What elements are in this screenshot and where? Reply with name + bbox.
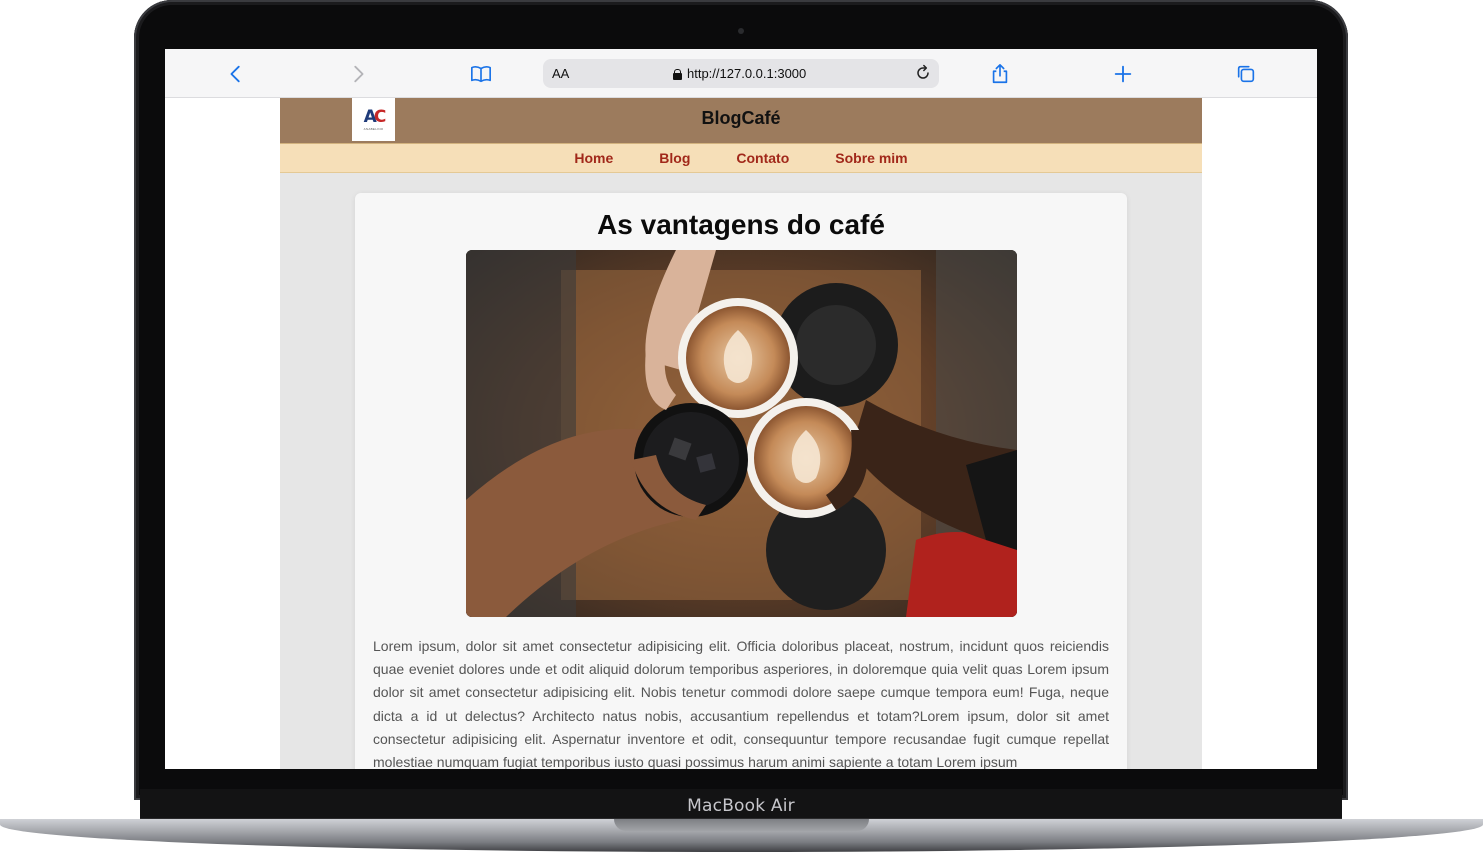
share-icon[interactable] [988,62,1012,86]
address-bar[interactable]: AA http://127.0.0.1:3000 [543,59,939,88]
site-header: AC ANABELINO BlogCafé [280,98,1202,143]
nav-link-contato[interactable]: Contato [713,144,812,172]
camera [738,28,744,34]
reload-icon[interactable] [913,63,933,83]
device-label: MacBook Air [687,796,795,816]
forward-icon[interactable] [346,62,370,86]
coffee-photo-illustration [466,250,1017,617]
post-card: As vantagens do café Lorem ipsum, dolor … [355,193,1127,769]
post-body: Lorem ipsum, dolor sit amet consectetur … [373,638,1109,769]
site-title: BlogCafé [701,108,781,128]
web-page: AC ANABELINO BlogCafé Home Blog Contato … [280,98,1202,769]
bookmarks-icon[interactable] [469,62,493,86]
post-image [466,250,1017,617]
nav-link-blog[interactable]: Blog [636,144,713,172]
nav-link-home[interactable]: Home [551,144,636,172]
post-title: As vantagens do café [597,209,885,240]
browser-toolbar: AA http://127.0.0.1:3000 [165,49,1317,98]
url-text: http://127.0.0.1:3000 [687,66,807,81]
url-display[interactable]: http://127.0.0.1:3000 [673,66,806,81]
lock-icon [673,68,682,80]
nav-link-sobre-mim[interactable]: Sobre mim [812,144,930,172]
browser-window: AA http://127.0.0.1:3000 AC ANABELINO Bl… [165,49,1317,769]
tabs-overview-icon[interactable] [1234,62,1258,86]
back-icon[interactable] [224,62,248,86]
laptop-hinge: MacBook Air [140,789,1342,819]
main-nav: Home Blog Contato Sobre mim [280,143,1202,173]
laptop-notch [614,819,869,831]
reader-settings-button[interactable]: AA [552,66,569,81]
new-tab-icon[interactable] [1111,62,1135,86]
